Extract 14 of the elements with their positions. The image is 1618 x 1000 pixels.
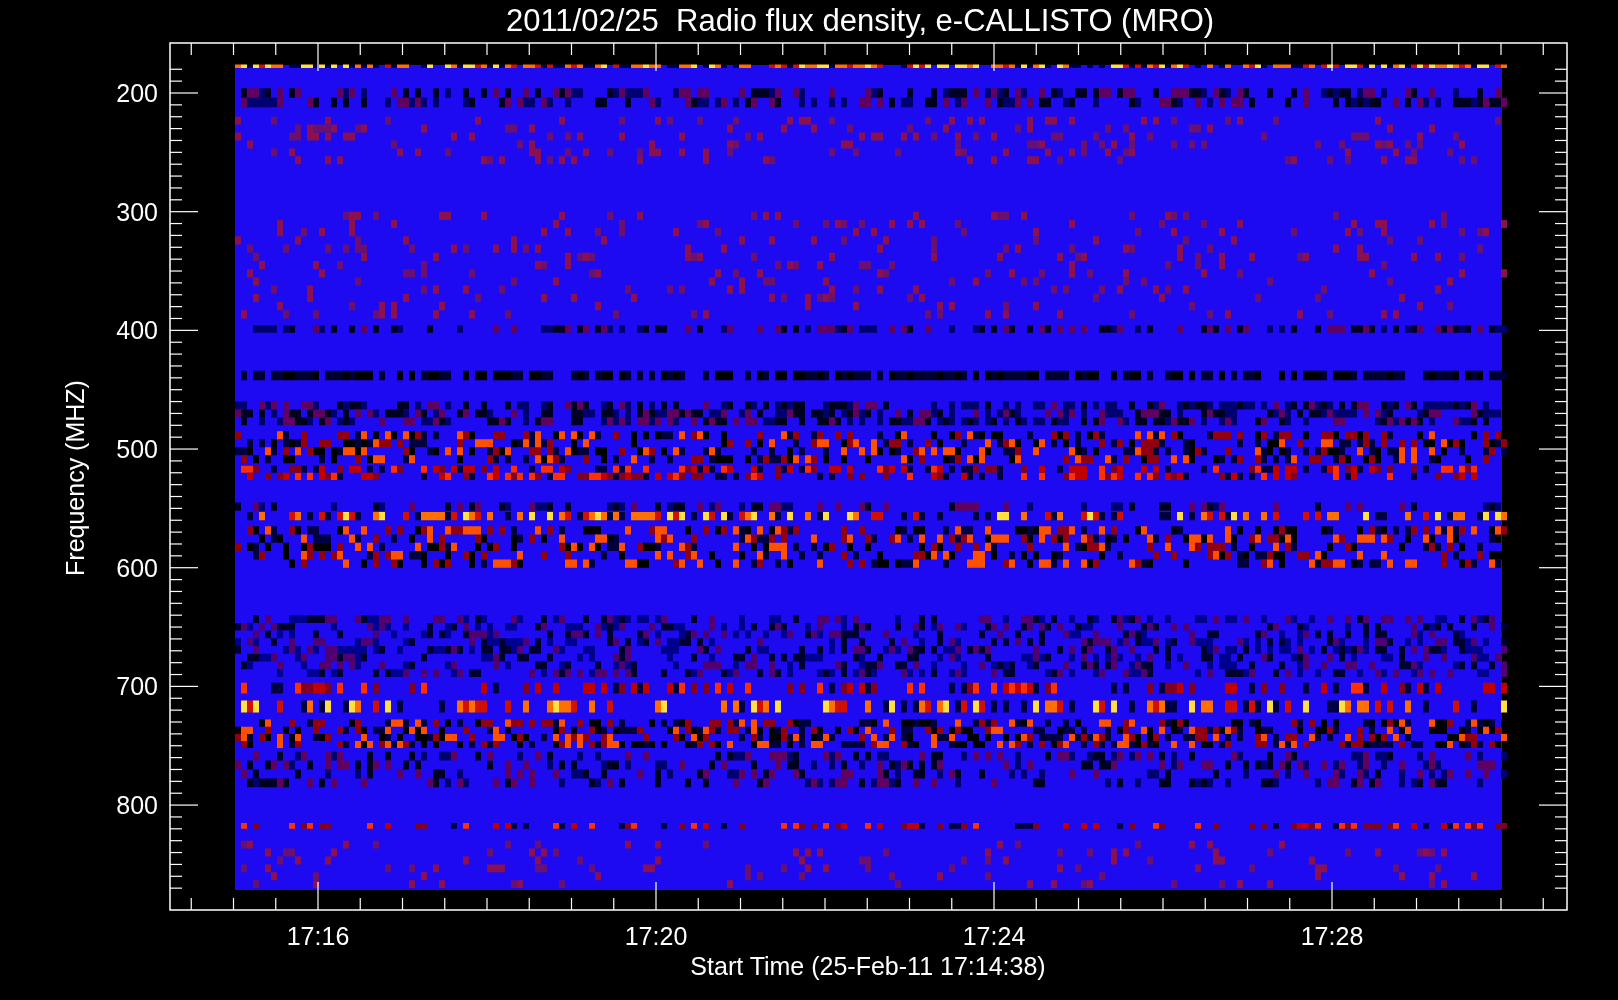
axis-tick-label: 800 xyxy=(116,791,158,820)
axis-tick-label: 17:28 xyxy=(1300,922,1364,950)
axis-tick-label: 400 xyxy=(116,316,158,345)
chart-title: 2011/02/25 Radio flux density, e-CALLISTO (MRO) xyxy=(505,3,1215,38)
axis-title: Frequency (MHZ) xyxy=(61,380,89,576)
axis-tick-label: 17:16 xyxy=(286,922,350,950)
axis-tick-label: 200 xyxy=(116,79,158,107)
axis-tick-label: 300 xyxy=(116,197,158,226)
axis-tick-label: 700 xyxy=(116,672,158,701)
axis-tick-label: 500 xyxy=(116,435,158,464)
axis-tick-label: 17:20 xyxy=(624,922,688,950)
axis-title: Start Time (25-Feb-11 17:14:38) xyxy=(690,952,1046,980)
axis-tick-label: 600 xyxy=(116,553,158,582)
axis-tick-label: 17:24 xyxy=(962,922,1026,950)
